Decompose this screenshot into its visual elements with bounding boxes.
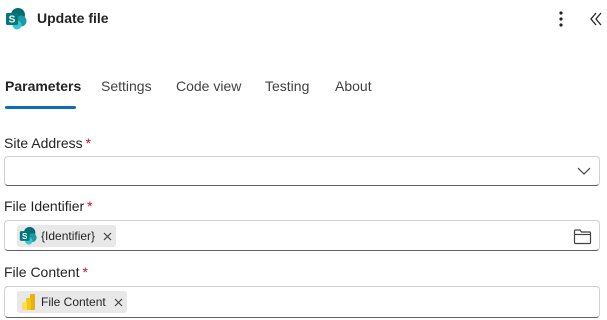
- token-label: File Content: [41, 295, 106, 309]
- required-marker: *: [82, 264, 88, 280]
- token-label: {Identifier}: [41, 229, 96, 243]
- file-content-input[interactable]: File Content: [4, 286, 600, 318]
- tab-bar: Parameters Settings Code view Testing Ab…: [0, 70, 607, 110]
- site-address-label: Site Address *: [4, 135, 92, 151]
- required-marker: *: [87, 198, 93, 214]
- file-identifier-input[interactable]: S {Identifier}: [4, 220, 600, 251]
- required-marker: *: [85, 135, 92, 151]
- file-content-token[interactable]: File Content: [17, 291, 127, 313]
- panel-header: S Update file: [0, 0, 607, 40]
- svg-text:S: S: [9, 15, 16, 26]
- more-options-icon[interactable]: [552, 8, 570, 30]
- sharepoint-icon: S: [6, 8, 27, 30]
- tab-parameters[interactable]: Parameters: [5, 78, 81, 94]
- tab-settings[interactable]: Settings: [101, 78, 152, 94]
- file-identifier-label: File Identifier *: [4, 198, 93, 214]
- active-tab-indicator: [5, 106, 76, 109]
- remove-token-icon[interactable]: [103, 232, 112, 241]
- tab-code-view[interactable]: Code view: [176, 78, 241, 94]
- folder-icon[interactable]: [573, 228, 592, 245]
- svg-text:S: S: [22, 232, 28, 241]
- collapse-panel-icon[interactable]: [587, 9, 605, 29]
- site-address-dropdown[interactable]: [4, 156, 600, 186]
- tab-about[interactable]: About: [335, 78, 372, 94]
- tab-testing[interactable]: Testing: [265, 78, 309, 94]
- sharepoint-icon: S: [19, 227, 37, 245]
- file-content-label: File Content *: [4, 264, 88, 280]
- remove-token-icon[interactable]: [114, 298, 123, 307]
- panel-title: Update file: [37, 10, 109, 26]
- chevron-down-icon[interactable]: [577, 165, 591, 177]
- identifier-token[interactable]: S {Identifier}: [17, 225, 117, 247]
- power-bi-icon: [22, 294, 35, 310]
